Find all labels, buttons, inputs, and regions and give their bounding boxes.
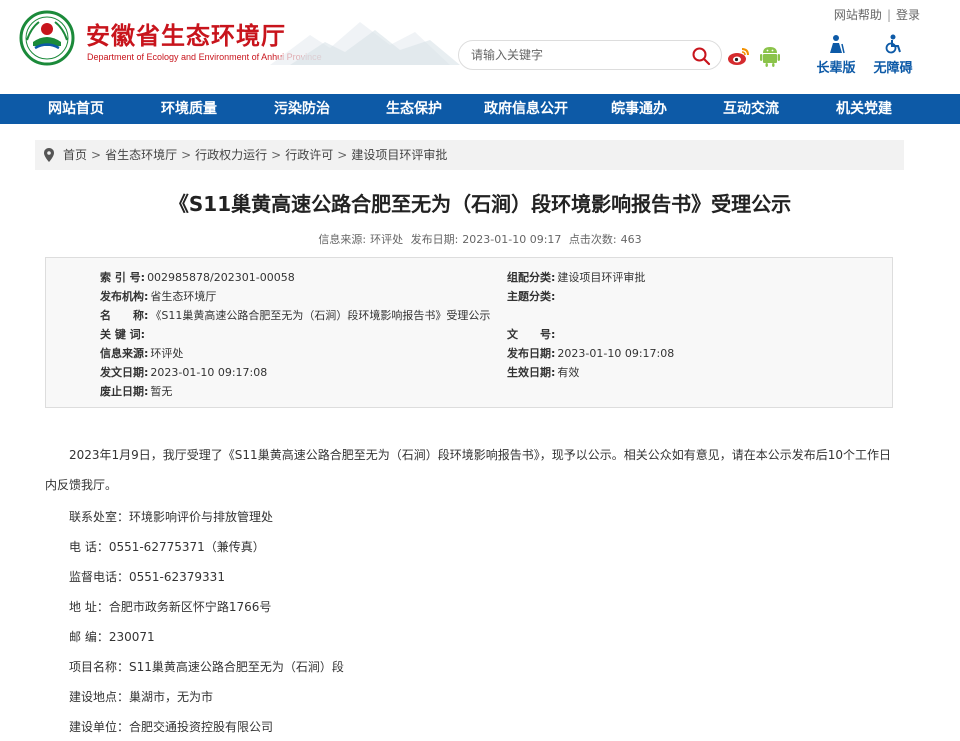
info-label: 发文日期: xyxy=(100,366,149,379)
top-links: 网站帮助 | 登录 xyxy=(834,6,920,23)
search-input[interactable] xyxy=(471,46,691,64)
body-line-phone: 电 话：0551-62775371（兼传真） xyxy=(69,540,265,554)
breadcrumb-separator: > xyxy=(181,148,192,162)
breadcrumb-license[interactable]: 行政许可 xyxy=(285,148,333,162)
site-logo[interactable] xyxy=(19,10,75,66)
weibo-icon[interactable] xyxy=(727,44,751,68)
help-link[interactable]: 网站帮助 xyxy=(834,8,882,22)
info-label: 组配分类: xyxy=(507,271,556,284)
info-label: 废止日期: xyxy=(100,385,149,398)
info-label: 关 键 词: xyxy=(100,328,146,341)
info-row-source: 信息来源: 环评处 xyxy=(100,345,183,364)
body-line-postcode: 邮 编：230071 xyxy=(69,630,155,644)
meta-clicks: 463 xyxy=(620,233,642,246)
breadcrumb-home[interactable]: 首页 xyxy=(63,148,87,162)
info-value: 暂无 xyxy=(150,385,173,398)
info-value: 2023-01-10 09:17:08 xyxy=(150,366,268,379)
body-line-office: 联系处室：环境影响评价与排放管理处 xyxy=(69,510,274,524)
nav-item-env-quality[interactable]: 环境质量 xyxy=(161,94,217,124)
article-meta: 信息来源: 环评处 发布日期: 2023-01-10 09:17 点击次数: 463 xyxy=(0,231,960,247)
divider: | xyxy=(886,8,891,22)
nav-item-eco-protection[interactable]: 生态保护 xyxy=(386,94,442,124)
breadcrumb-separator: > xyxy=(337,148,348,162)
info-row-index: 索 引 号: 002985878/202301-00058 xyxy=(100,269,295,288)
info-value: 《S11巢黄高速公路合肥至无为（石涧）段环境影响报告书》受理公示 xyxy=(150,309,491,322)
info-value: 2023-01-10 09:17:08 xyxy=(557,347,675,360)
info-label: 名 称: xyxy=(100,309,149,322)
info-table: 索 引 号: 002985878/202301-00058 发布机构: 省生态环境厅… xyxy=(45,257,893,408)
article-title: 《S11巢黄高速公路合肥至无为（石涧）段环境影响报告书》受理公示 xyxy=(168,192,792,216)
info-label: 生效日期: xyxy=(507,366,556,379)
info-row-expiry: 废止日期: 暂无 xyxy=(100,383,172,402)
meta-date: 2023-01-10 09:17 xyxy=(462,233,562,246)
android-app-icon[interactable] xyxy=(760,44,780,68)
elder-mode-button[interactable]: 长辈版 xyxy=(811,34,861,76)
breadcrumb-eia[interactable]: 建设项目环评审批 xyxy=(351,148,447,162)
info-label: 发布机构: xyxy=(100,290,149,303)
info-value: 002985878/202301-00058 xyxy=(147,271,295,284)
body-paragraph-line1: 2023年1月9日，我厅受理了《S11巢黄高速公路合肥至无为（石涧）段环境影响报… xyxy=(69,448,891,462)
elder-mode-label: 长辈版 xyxy=(816,61,856,76)
info-value: 建设项目环评审批 xyxy=(557,271,646,284)
nav-item-party[interactable]: 机关党建 xyxy=(836,94,892,124)
info-row-status: 生效日期: 有效 xyxy=(507,364,579,383)
info-value: 环评处 xyxy=(150,347,184,360)
elder-icon xyxy=(830,35,845,54)
info-label: 信息来源: xyxy=(100,347,149,360)
breadcrumb: 首页 > 省生态环境厅 > 行政权力运行 > 行政许可 > 建设项目环评审批 xyxy=(35,140,904,170)
nav-item-services[interactable]: 皖事通办 xyxy=(611,94,667,124)
site-header: 安徽省生态环境厅 Department of Ecology and Envir… xyxy=(0,0,960,94)
nav-item-gov-info[interactable]: 政府信息公开 xyxy=(484,94,568,124)
info-label: 主题分类: xyxy=(507,290,556,303)
info-row-doc-number: 文 号: xyxy=(507,326,557,345)
body-line-supervision: 监督电话：0551-62379331 xyxy=(69,570,225,584)
nav-item-home[interactable]: 网站首页 xyxy=(48,94,104,124)
body-line-location: 建设地点：巢湖市，无为市 xyxy=(69,690,214,704)
search-icon[interactable] xyxy=(691,46,711,66)
accessibility-button[interactable]: 无障碍 xyxy=(868,34,918,76)
info-value: 有效 xyxy=(557,366,580,379)
accessibility-label: 无障碍 xyxy=(873,61,913,76)
body-line-address: 地 址：合肥市政务新区怀宁路1766号 xyxy=(69,600,272,614)
info-label: 文 号: xyxy=(507,328,556,341)
body-line-project: 项目名称：S11巢黄高速公路合肥至无为（石涧）段 xyxy=(69,660,344,674)
info-label: 发布日期: xyxy=(507,347,556,360)
info-row-issue-date: 发文日期: 2023-01-10 09:17:08 xyxy=(100,364,267,383)
nav-item-pollution[interactable]: 污染防治 xyxy=(274,94,330,124)
info-row-name: 名 称: 《S11巢黄高速公路合肥至无为（石涧）段环境影响报告书》受理公示 xyxy=(100,307,490,326)
body-line-company: 建设单位：合肥交通投资控股有限公司 xyxy=(69,720,274,734)
nav-item-interaction[interactable]: 互动交流 xyxy=(723,94,779,124)
breadcrumb-power[interactable]: 行政权力运行 xyxy=(195,148,267,162)
meta-clicks-label: 点击次数: xyxy=(568,233,617,246)
info-row-publisher: 发布机构: 省生态环境厅 xyxy=(100,288,216,307)
main-nav: 网站首页 环境质量 污染防治 生态保护 政府信息公开 皖事通办 互动交流 机关党… xyxy=(0,94,960,124)
body-paragraph-line2: 内反馈我厅。 xyxy=(45,478,118,492)
info-value: 省生态环境厅 xyxy=(150,290,217,303)
info-row-keywords: 关 键 词: xyxy=(100,326,147,345)
wheelchair-icon xyxy=(885,34,901,54)
location-pin-icon xyxy=(44,148,54,162)
breadcrumb-separator: > xyxy=(91,148,102,162)
info-label: 索 引 号: xyxy=(100,271,146,284)
info-row-publish-date: 发布日期: 2023-01-10 09:17:08 xyxy=(507,345,674,364)
login-link[interactable]: 登录 xyxy=(896,8,920,22)
info-row-topic: 主题分类: xyxy=(507,288,557,307)
meta-date-label: 发布日期: xyxy=(410,233,459,246)
search-box xyxy=(458,40,722,70)
breadcrumb-dept[interactable]: 省生态环境厅 xyxy=(105,148,177,162)
mountain-decoration-icon xyxy=(270,22,460,65)
info-row-category: 组配分类: 建设项目环评审批 xyxy=(507,269,645,288)
meta-source: 环评处 xyxy=(370,233,404,246)
meta-source-label: 信息来源: xyxy=(318,233,367,246)
breadcrumb-separator: > xyxy=(271,148,282,162)
